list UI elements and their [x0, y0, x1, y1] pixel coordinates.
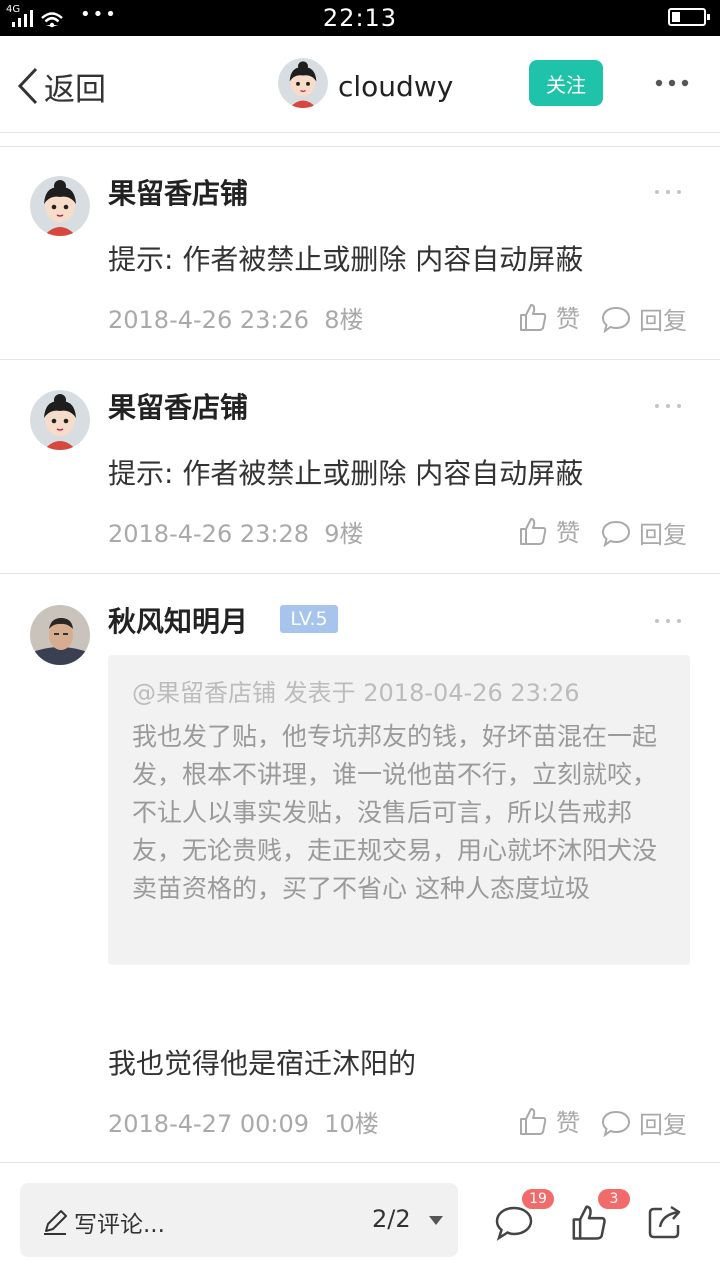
chevron-left-icon [17, 67, 38, 105]
comment-icon [601, 1110, 631, 1137]
comment-placeholder: 写评论... [74, 1212, 165, 1238]
caret-down-icon [429, 1216, 444, 1225]
pencil-icon [44, 1210, 67, 1235]
header-username[interactable]: cloudwy [338, 70, 453, 103]
thumb-up-icon [572, 1205, 606, 1240]
quote-body: 我也发了贴，他专坑邦友的钱，好坏苗混在一起发，根本不讲理，谁一说他苗不行，立刻就… [132, 722, 658, 903]
cartoon-girl-icon [30, 176, 90, 236]
clock: 22:13 [322, 4, 398, 32]
like-label: 赞 [556, 305, 580, 333]
quoted-post[interactable]: @果留香店铺 发表于 2018-04-26 23:26 我也发了贴，他专坑邦友的… [108, 655, 690, 965]
comment-icon [495, 1206, 533, 1241]
like-button[interactable]: 赞 [518, 513, 580, 548]
back-button[interactable]: 返回 [14, 64, 106, 108]
cartoon-girl-icon [278, 58, 328, 108]
divider [0, 573, 720, 574]
post-avatar[interactable] [30, 390, 90, 450]
page-number: 2/2 [372, 1205, 411, 1233]
status-bar: 4G ••• 22:13 [0, 0, 720, 36]
post-more-icon[interactable] [654, 403, 682, 409]
post-date: 2018-4-26 23:28 [108, 520, 309, 548]
reply-button[interactable]: 回复 [601, 301, 687, 336]
divider [0, 146, 720, 147]
reply-label: 回复 [639, 307, 687, 335]
post-content: 我也觉得他是宿迁沐阳的 [108, 1047, 417, 1080]
post-author[interactable]: 秋风知明月 [108, 600, 248, 640]
post-floor: 8楼 [324, 306, 364, 334]
reply-button[interactable]: 回复 [601, 515, 687, 550]
post-content: 提示: 作者被禁止或删除 内容自动屏蔽 [108, 243, 584, 276]
comments-button[interactable] [494, 1205, 534, 1245]
thumb-up-icon [520, 1107, 547, 1135]
thumb-up-icon [520, 517, 547, 545]
post-more-icon[interactable] [654, 618, 682, 624]
user-avatar[interactable] [278, 58, 328, 108]
post-author[interactable]: 果留香店铺 [108, 386, 248, 426]
reply-button[interactable]: 回复 [601, 1105, 687, 1140]
back-label: 返回 [44, 71, 106, 108]
bottom-bar: 写评论... 2/2 19 3 [0, 1162, 720, 1281]
post-author[interactable]: 果留香店铺 [108, 172, 248, 212]
reply-label: 回复 [639, 1111, 687, 1139]
post-date: 2018-4-27 00:09 [108, 1110, 309, 1138]
page-indicator[interactable]: 2/2 [372, 1205, 444, 1233]
share-button[interactable] [646, 1203, 684, 1245]
post-meta: 2018-4-26 23:26 8楼 [108, 300, 364, 335]
battery-icon [668, 8, 710, 26]
divider [0, 359, 720, 360]
more-options-icon[interactable] [654, 78, 690, 88]
post-meta: 2018-4-26 23:28 9楼 [108, 514, 364, 549]
comment-input[interactable]: 写评论... 2/2 [20, 1183, 458, 1257]
post-more-icon[interactable] [654, 189, 682, 195]
post-meta: 2018-4-27 00:09 10楼 [108, 1104, 379, 1139]
post-floor: 9楼 [324, 520, 364, 548]
nav-header: 返回 cloudwy 关注 [0, 36, 720, 133]
quote-header: @果留香店铺 发表于 2018-04-26 23:26 [132, 679, 580, 707]
comment-icon [601, 306, 631, 333]
share-icon [648, 1205, 681, 1239]
post-floor: 10楼 [324, 1110, 379, 1138]
like-post-button[interactable] [570, 1203, 608, 1245]
comment-icon [601, 520, 631, 547]
post-date: 2018-4-26 23:26 [108, 306, 309, 334]
cartoon-girl-icon [30, 390, 90, 450]
comment-count-badge: 19 [522, 1189, 554, 1209]
post-content: 提示: 作者被禁止或删除 内容自动屏蔽 [108, 457, 584, 490]
like-label: 赞 [556, 519, 580, 547]
level-badge: LV.5 [280, 605, 338, 633]
like-count-badge: 3 [598, 1189, 630, 1209]
post-avatar[interactable] [30, 605, 90, 665]
thumb-up-icon [520, 303, 547, 331]
like-button[interactable]: 赞 [518, 299, 580, 334]
post-avatar[interactable] [30, 176, 90, 236]
like-label: 赞 [556, 1109, 580, 1137]
user-photo-icon [30, 605, 90, 665]
reply-label: 回复 [639, 521, 687, 549]
like-button[interactable]: 赞 [518, 1103, 580, 1138]
follow-button[interactable]: 关注 [529, 60, 603, 106]
